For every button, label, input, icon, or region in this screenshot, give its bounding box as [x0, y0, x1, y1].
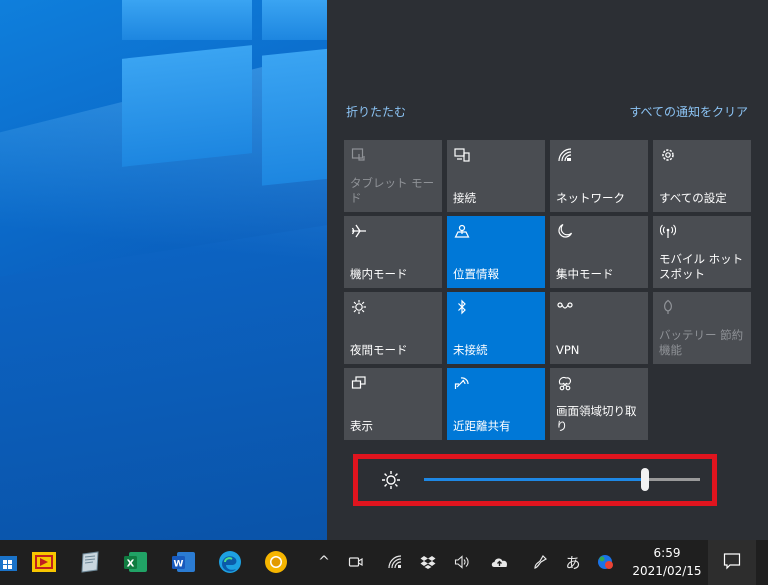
tile-label: 画面領域切り取り — [556, 404, 637, 433]
chrome-canary-app-icon[interactable] — [262, 548, 290, 576]
night-light-tile[interactable]: 夜間モード — [344, 292, 442, 364]
moon-icon — [556, 222, 574, 240]
viewer-app-icon[interactable] — [30, 548, 58, 576]
hotspot-icon — [659, 222, 677, 240]
clock-time: 6:59 — [653, 546, 681, 560]
onedrive-icon[interactable] — [490, 552, 510, 572]
tablet-mode-tile[interactable]: タブレット モード — [344, 140, 442, 212]
tile-label: すべての設定 — [659, 191, 727, 205]
project-icon — [350, 374, 368, 392]
action-center-button[interactable] — [708, 540, 756, 585]
tile-label: 接続 — [453, 191, 476, 205]
tile-label: モバイル ホットスポット — [659, 252, 744, 281]
tablet-mode-icon — [350, 146, 368, 164]
svg-text:X: X — [127, 559, 135, 570]
excel-app-icon[interactable]: X — [122, 548, 150, 576]
assistant-app-icon[interactable] — [596, 552, 616, 572]
night-light-icon — [350, 298, 368, 316]
desktop-wallpaper — [0, 0, 327, 540]
nearby-share-icon — [453, 374, 471, 392]
taskbar: X W ^ あ 6:59 2021/02/15 — [0, 540, 768, 585]
airplane-icon — [350, 222, 368, 240]
tile-label: ネットワーク — [556, 191, 625, 205]
ime-mode-indicator[interactable]: あ — [563, 552, 583, 572]
store-app-icon[interactable] — [0, 548, 22, 576]
collapse-link[interactable]: 折りたたむ — [346, 103, 406, 120]
clock-date: 2021/02/15 — [632, 564, 702, 578]
battery-saver-tile[interactable]: バッテリー 節約機能 — [653, 292, 751, 364]
airplane-mode-tile[interactable]: 機内モード — [344, 216, 442, 288]
tile-label: 表示 — [350, 419, 373, 433]
notification-icon — [723, 552, 741, 574]
tile-label: 未接続 — [453, 343, 488, 357]
network-icon — [556, 146, 574, 164]
vpn-icon — [556, 298, 574, 316]
tile-label: バッテリー 節約機能 — [659, 328, 744, 357]
vpn-tile[interactable]: VPN — [550, 292, 648, 364]
connect-icon — [453, 146, 471, 164]
location-icon — [453, 222, 471, 240]
brightness-slider-fill — [424, 478, 645, 481]
tile-label: 近距離共有 — [453, 419, 511, 433]
notes-app-icon[interactable] — [76, 548, 104, 576]
battery-saver-icon — [659, 298, 677, 316]
word-app-icon[interactable]: W — [170, 548, 198, 576]
dropbox-icon[interactable] — [418, 552, 438, 572]
action-center-panel: 折りたたむ すべての通知をクリア タブレット モード 接続 ネットワーク すべて… — [327, 0, 768, 540]
bluetooth-tile[interactable]: 未接続 — [447, 292, 545, 364]
quick-actions-grid: タブレット モード 接続 ネットワーク すべての設定 機内モード 位置情報 集中… — [344, 140, 751, 440]
nearby-share-tile[interactable]: 近距離共有 — [447, 368, 545, 440]
brightness-icon — [380, 469, 402, 491]
snip-icon — [556, 374, 574, 392]
location-tile[interactable]: 位置情報 — [447, 216, 545, 288]
edge-app-icon[interactable] — [216, 548, 244, 576]
meet-now-icon[interactable] — [346, 552, 366, 572]
brightness-slider[interactable] — [424, 468, 700, 491]
svg-text:W: W — [174, 560, 184, 570]
pen-workspace-icon[interactable] — [530, 552, 550, 572]
clear-all-notifications-link[interactable]: すべての通知をクリア — [629, 103, 748, 120]
brightness-slider-highlight — [353, 454, 717, 506]
connect-tile[interactable]: 接続 — [447, 140, 545, 212]
gear-icon — [659, 146, 677, 164]
bluetooth-icon — [453, 298, 471, 316]
show-hidden-icons-chevron[interactable]: ^ — [314, 552, 334, 572]
taskbar-clock[interactable]: 6:59 2021/02/15 — [628, 544, 706, 580]
tile-label: タブレット モード — [350, 176, 435, 205]
tile-label: 位置情報 — [453, 267, 499, 281]
tile-label: 集中モード — [556, 267, 614, 281]
snip-tile[interactable]: 画面領域切り取り — [550, 368, 648, 440]
all-settings-tile[interactable]: すべての設定 — [653, 140, 751, 212]
brightness-slider-thumb[interactable] — [641, 468, 649, 491]
tile-label: VPN — [556, 343, 580, 357]
wifi-icon[interactable] — [385, 552, 405, 572]
tile-label: 夜間モード — [350, 343, 408, 357]
network-tile[interactable]: ネットワーク — [550, 140, 648, 212]
focus-assist-tile[interactable]: 集中モード — [550, 216, 648, 288]
mobile-hotspot-tile[interactable]: モバイル ホットスポット — [653, 216, 751, 288]
speaker-icon[interactable] — [452, 552, 472, 572]
tile-label: 機内モード — [350, 267, 408, 281]
project-tile[interactable]: 表示 — [344, 368, 442, 440]
